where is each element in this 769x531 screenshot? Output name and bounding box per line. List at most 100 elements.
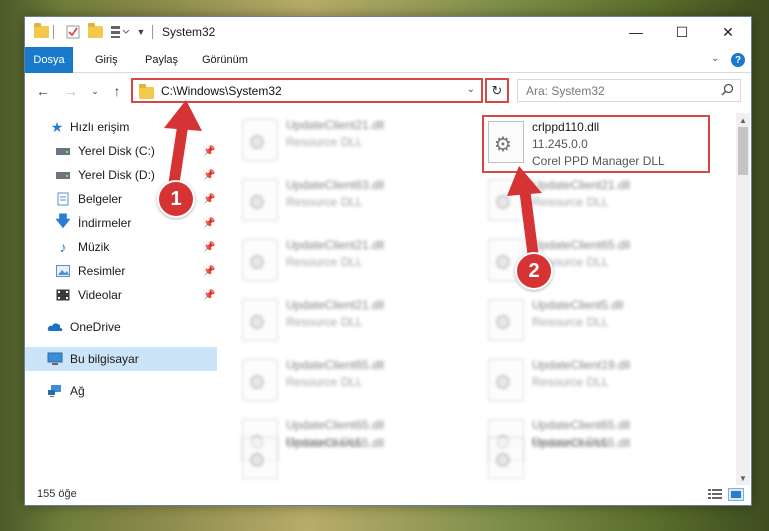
search-placeholder: Ara: System32: [526, 84, 605, 98]
list-item[interactable]: ⚙ UpdateClient65.dll Resource DLL: [238, 355, 468, 411]
pin-icon[interactable]: 📌: [203, 290, 215, 301]
dll-file-icon: ⚙: [242, 239, 278, 281]
quick-access-dropdown-icon[interactable]: ▼: [133, 24, 149, 40]
nav-item-label: Videolar: [78, 288, 122, 302]
file-description: Resource DLL: [532, 315, 609, 329]
file-name: UpdateClient65.dll: [286, 436, 385, 450]
dll-file-icon: ⚙: [488, 359, 524, 401]
search-input[interactable]: Ara: System32: [517, 79, 741, 102]
file-name: UpdateClient19.dll: [532, 358, 631, 372]
nav-item-label: İndirmeler: [78, 216, 132, 230]
address-path: C:\Windows\System32: [161, 84, 282, 98]
list-item[interactable]: ⚙ UpdateClient65.dll: [238, 433, 468, 485]
step-badge-2: 2: [515, 252, 553, 290]
details-view-icon[interactable]: [707, 488, 723, 501]
nav-item-label: Yerel Disk (D:): [78, 168, 155, 182]
large-icons-view-icon[interactable]: [728, 488, 744, 501]
list-item[interactable]: ⚙ UpdateClient21.dll Resource DLL: [484, 175, 714, 231]
recent-locations-icon[interactable]: ⌄: [85, 81, 105, 101]
pin-icon[interactable]: 📌: [203, 218, 215, 229]
highlight-box: [482, 115, 710, 173]
pin-icon[interactable]: 📌: [203, 146, 215, 157]
dll-file-icon: ⚙: [488, 437, 524, 479]
refresh-icon[interactable]: ↻: [485, 78, 509, 103]
pin-icon[interactable]: 📌: [203, 194, 215, 205]
navigation-pane: ★ Hızlı erişim Yerel Disk (C:) 📌 Yerel D…: [25, 113, 217, 483]
file-name: UpdateClient65.dll: [532, 436, 631, 450]
chevron-down-icon[interactable]: ⌄: [711, 53, 719, 64]
address-bar[interactable]: C:\Windows\System32 ⌄: [131, 78, 483, 103]
list-item[interactable]: ⚙ UpdateClient63.dll Resource DLL: [238, 175, 468, 231]
customize-toolbar-icon[interactable]: [109, 24, 131, 40]
tab-file[interactable]: Dosya: [25, 47, 73, 73]
nav-quick-access[interactable]: ★ Hızlı erişim: [25, 115, 217, 139]
scroll-down-icon[interactable]: ▼: [736, 471, 750, 485]
up-arrow-icon[interactable]: ↑: [107, 81, 127, 101]
nav-item-pictures[interactable]: Resimler 📌: [25, 259, 217, 283]
minimize-button[interactable]: —: [613, 17, 659, 47]
scroll-up-icon[interactable]: ▲: [736, 113, 750, 127]
list-item[interactable]: ⚙ UpdateClient65.dll: [484, 433, 714, 485]
nav-item-videos[interactable]: Videolar 📌: [25, 283, 217, 307]
nav-item-local-disk-c[interactable]: Yerel Disk (C:) 📌: [25, 139, 217, 163]
cloud-icon: [47, 320, 63, 334]
file-description: Resource DLL: [286, 195, 363, 209]
new-folder-icon[interactable]: [87, 23, 103, 40]
nav-network[interactable]: Ağ: [25, 379, 217, 403]
forward-arrow-icon[interactable]: →: [61, 81, 81, 101]
list-item[interactable]: ⚙ UpdateClient19.dll Resource DLL: [484, 355, 714, 411]
list-item[interactable]: ⚙ UpdateClient5.dll Resource DLL: [484, 295, 714, 351]
vertical-scrollbar[interactable]: ▲ ▼: [736, 113, 750, 485]
nav-this-pc[interactable]: Bu bilgisayar: [25, 347, 217, 371]
tab-share[interactable]: Paylaş: [145, 47, 178, 73]
nav-this-pc-label: Bu bilgisayar: [70, 352, 139, 366]
item-count: 155 öğe: [37, 488, 77, 500]
window-title: System32: [162, 25, 216, 39]
tab-home[interactable]: Giriş: [95, 47, 118, 73]
nav-onedrive-label: OneDrive: [70, 320, 121, 334]
dll-file-icon: ⚙: [488, 299, 524, 341]
documents-icon: [55, 192, 71, 206]
star-icon: ★: [50, 118, 64, 135]
download-icon: 🡇: [55, 212, 71, 230]
file-description: Resource DLL: [532, 195, 609, 209]
properties-check-icon[interactable]: [65, 24, 81, 40]
title-divider: [152, 25, 153, 39]
help-icon[interactable]: ?: [731, 53, 745, 67]
nav-network-label: Ağ: [70, 384, 85, 398]
nav-item-local-disk-d[interactable]: Yerel Disk (D:) 📌: [25, 163, 217, 187]
pin-icon[interactable]: 📌: [203, 266, 215, 277]
quick-access-divider: [53, 25, 54, 39]
drive-icon: [55, 168, 71, 182]
nav-item-music[interactable]: ♪ Müzik 📌: [25, 235, 217, 259]
file-description: Resource DLL: [286, 375, 363, 389]
pin-icon[interactable]: 📌: [203, 242, 215, 253]
close-button[interactable]: ✕: [705, 17, 751, 47]
file-name: UpdateClient21.dll: [532, 178, 631, 192]
dll-file-icon: ⚙: [242, 437, 278, 479]
list-item[interactable]: ⚙ UpdateClient21.dll Resource DLL: [238, 295, 468, 351]
list-item[interactable]: ⚙ UpdateClient21.dll Resource DLL: [238, 115, 468, 171]
nav-item-label: Yerel Disk (C:): [78, 144, 155, 158]
nav-item-label: Müzik: [78, 240, 110, 254]
file-name: UpdateClient65.dll: [532, 238, 631, 252]
maximize-button[interactable]: ☐: [659, 17, 705, 47]
scrollbar-thumb[interactable]: [738, 127, 748, 175]
nav-onedrive[interactable]: OneDrive: [25, 315, 217, 339]
nav-item-downloads[interactable]: 🡇 İndirmeler 📌: [25, 211, 217, 235]
file-explorer-window: ▼ System32 — ☐ ✕ Dosya Giriş Paylaş Görü…: [24, 16, 752, 506]
nav-item-label: Resimler: [78, 264, 126, 278]
title-bar: ▼ System32 — ☐ ✕: [25, 17, 751, 47]
file-name: UpdateClient21.dll: [286, 238, 385, 252]
file-description: Resource DLL: [286, 315, 363, 329]
status-bar: 155 öğe: [25, 485, 751, 505]
chevron-down-icon[interactable]: ⌄: [467, 84, 475, 95]
dll-file-icon: ⚙: [242, 359, 278, 401]
back-arrow-icon[interactable]: ←: [33, 81, 53, 101]
computer-icon: [47, 352, 63, 366]
pin-icon[interactable]: 📌: [203, 170, 215, 181]
dll-file-icon: ⚙: [242, 119, 278, 161]
list-item[interactable]: ⚙ UpdateClient21.dll Resource DLL: [238, 235, 468, 291]
nav-item-label: Belgeler: [78, 192, 123, 206]
tab-view[interactable]: Görünüm: [202, 47, 248, 73]
